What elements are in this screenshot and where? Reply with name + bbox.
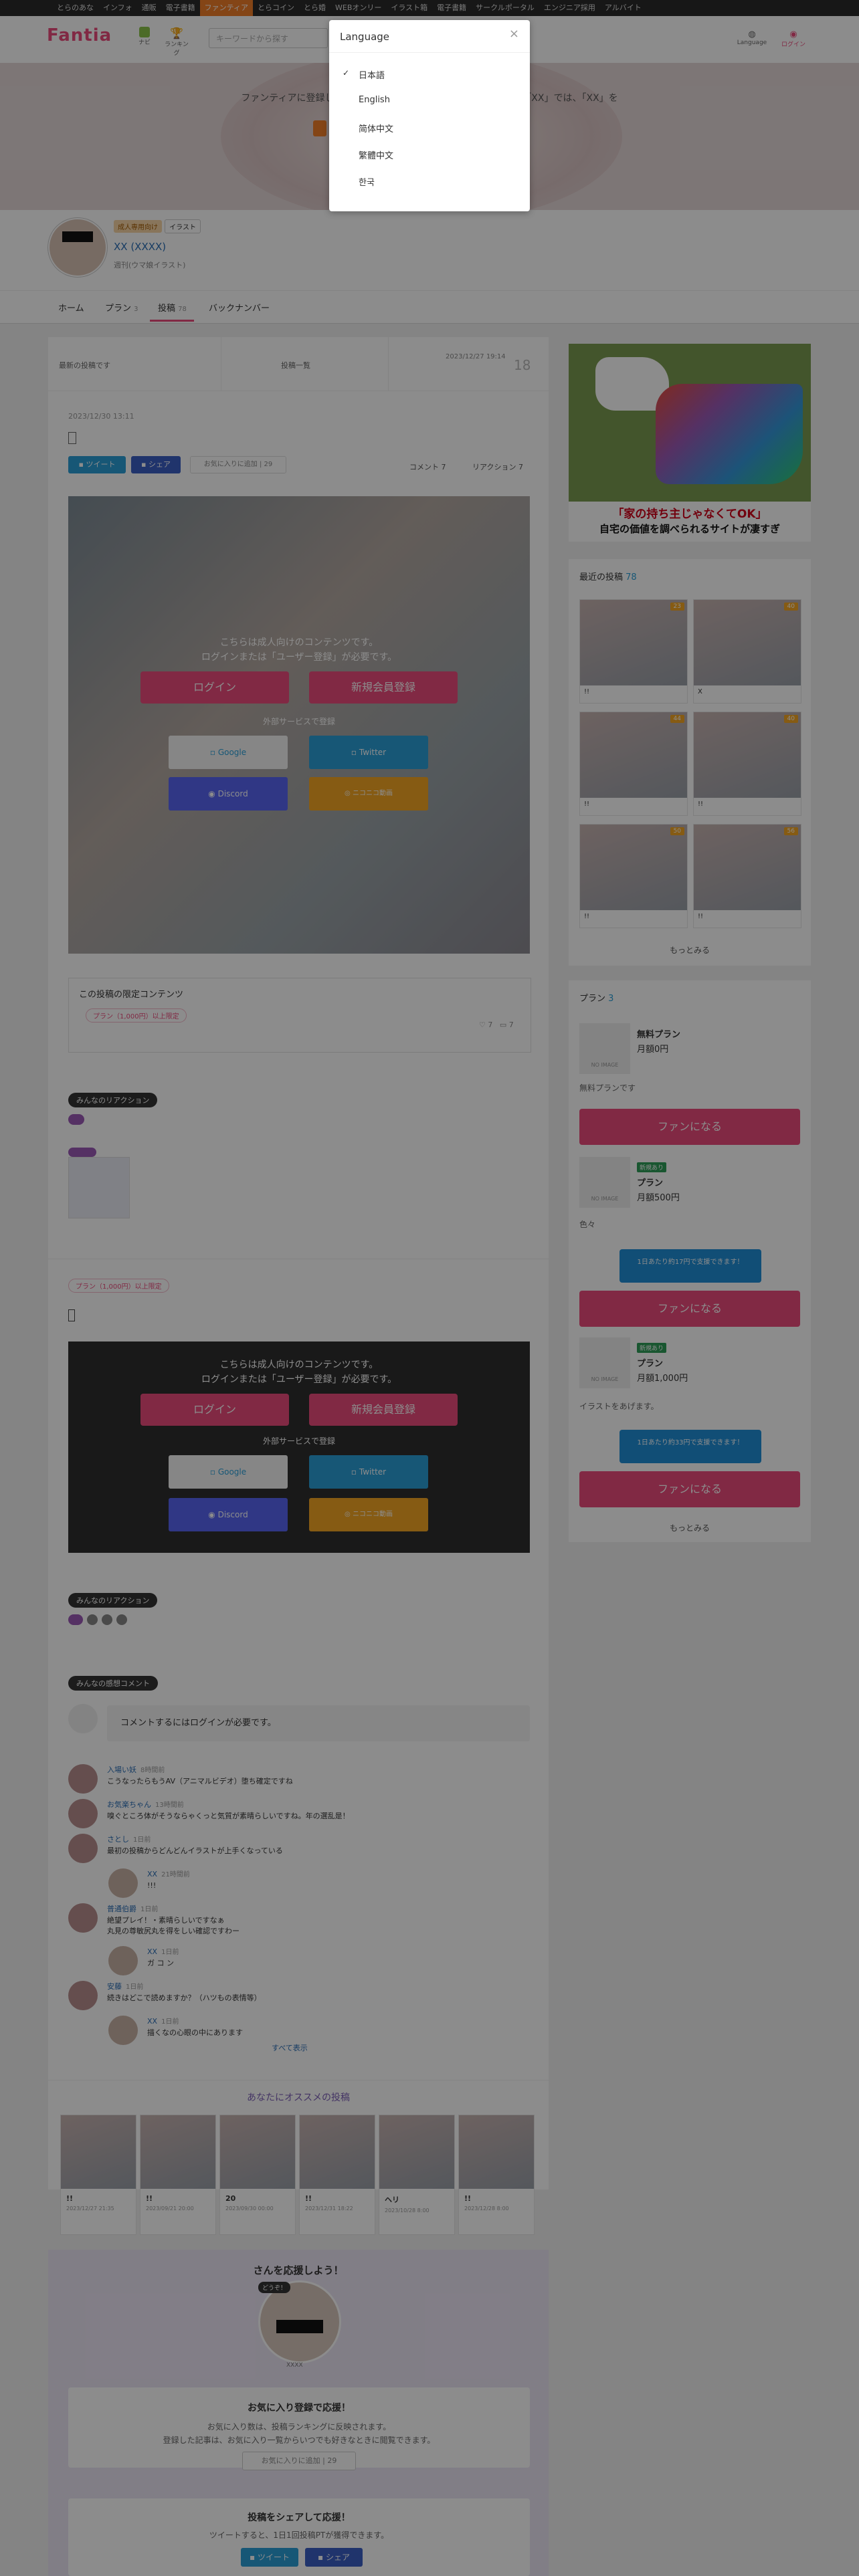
language-option-label: 简体中文 bbox=[359, 124, 394, 134]
language-option-label: 日本語 bbox=[359, 71, 385, 81]
modal-backdrop[interactable] bbox=[0, 0, 859, 2576]
language-option-label: English bbox=[359, 95, 390, 105]
language-option-label: 한국 bbox=[359, 178, 375, 188]
check-icon: ✓ bbox=[343, 68, 350, 78]
language-option-label: 繁體中文 bbox=[359, 151, 394, 161]
language-option[interactable]: 繁體中文 bbox=[343, 148, 516, 165]
language-dialog-title: Language bbox=[340, 31, 390, 43]
language-option[interactable]: 简体中文 bbox=[343, 122, 516, 138]
language-dialog: Language × ✓ 日本語 English 简体中文繁體中文 한국 bbox=[329, 20, 530, 211]
language-option[interactable]: ✓ 日本語 bbox=[343, 68, 516, 84]
close-icon[interactable]: × bbox=[509, 27, 519, 41]
language-option[interactable]: English bbox=[343, 95, 516, 111]
language-option[interactable]: 한국 bbox=[343, 175, 516, 191]
